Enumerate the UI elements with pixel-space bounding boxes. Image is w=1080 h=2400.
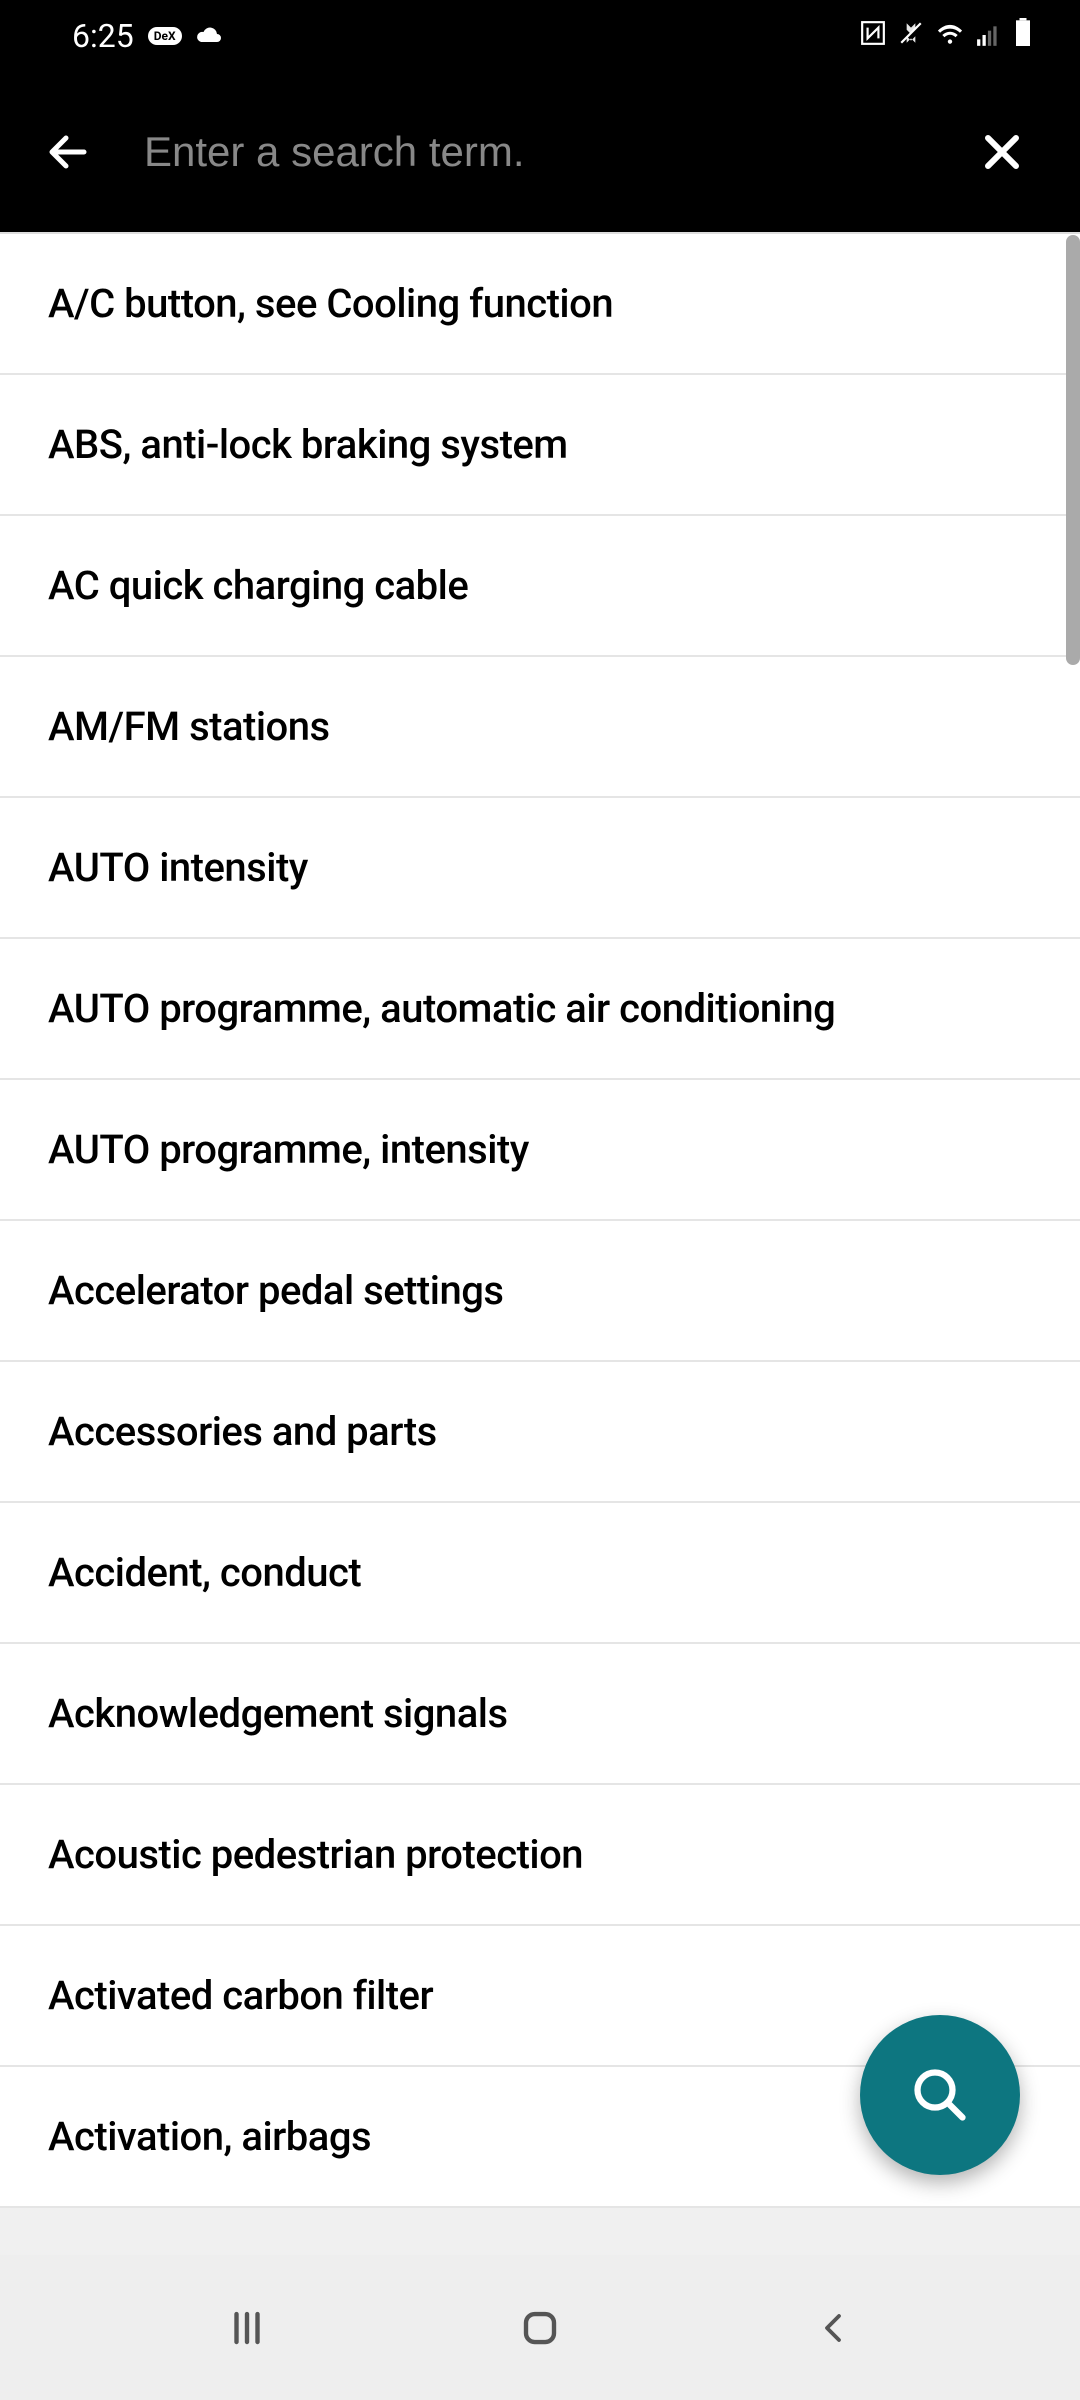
search-icon xyxy=(910,2065,970,2125)
cloud-icon xyxy=(196,19,224,54)
list-item[interactable]: Accessories and parts xyxy=(0,1362,1080,1503)
search-fab[interactable] xyxy=(860,2015,1020,2175)
clear-button[interactable] xyxy=(974,124,1030,180)
recents-icon xyxy=(226,2307,268,2349)
list-item[interactable]: Accident, conduct xyxy=(0,1503,1080,1644)
wifi-icon xyxy=(936,19,964,54)
list-item[interactable]: AUTO programme, automatic air conditioni… xyxy=(0,939,1080,1080)
list-item[interactable]: A/C button, see Cooling function xyxy=(0,234,1080,375)
battery-icon xyxy=(1014,18,1032,54)
list-item[interactable]: ABS, anti-lock braking system xyxy=(0,375,1080,516)
close-icon xyxy=(978,128,1026,176)
list-item[interactable]: AM/FM stations xyxy=(0,657,1080,798)
list-item[interactable]: Acoustic pedestrian protection xyxy=(0,1785,1080,1926)
vibrate-icon xyxy=(898,19,924,54)
status-time: 6:25 xyxy=(72,17,134,55)
navigation-bar xyxy=(0,2255,1080,2400)
search-input[interactable] xyxy=(144,128,926,176)
home-button[interactable] xyxy=(510,2298,570,2358)
nfc-icon xyxy=(860,19,886,54)
chevron-left-icon xyxy=(815,2307,851,2349)
back-nav-button[interactable] xyxy=(803,2298,863,2358)
list-item[interactable]: AUTO programme, intensity xyxy=(0,1080,1080,1221)
status-bar: 6:25 DeX xyxy=(0,0,1080,72)
search-results-list[interactable]: A/C button, see Cooling function ABS, an… xyxy=(0,232,1080,2208)
status-left: 6:25 DeX xyxy=(72,17,224,55)
list-item[interactable]: Acknowledgement signals xyxy=(0,1644,1080,1785)
dex-badge: DeX xyxy=(148,27,182,45)
scrollbar[interactable] xyxy=(1066,235,1080,665)
signal-icon xyxy=(976,19,1002,54)
home-icon xyxy=(519,2307,561,2349)
status-right xyxy=(860,18,1032,54)
list-item[interactable]: AUTO intensity xyxy=(0,798,1080,939)
recents-button[interactable] xyxy=(217,2298,277,2358)
arrow-left-icon xyxy=(44,128,92,176)
list-item[interactable]: Accelerator pedal settings xyxy=(0,1221,1080,1362)
search-header xyxy=(0,72,1080,232)
list-item[interactable]: AC quick charging cable xyxy=(0,516,1080,657)
back-button[interactable] xyxy=(40,124,96,180)
